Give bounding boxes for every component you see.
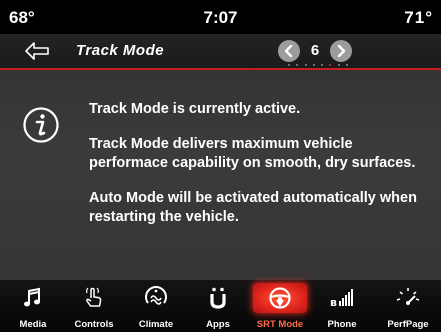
nav-perfpage[interactable]: PerfPage — [377, 280, 439, 332]
page-indicator: 6 — [278, 38, 356, 66]
message-line: Track Mode delivers maximum vehicle perf… — [89, 136, 416, 171]
message-line: Auto Mode will be activated automaticall… — [89, 190, 417, 225]
nav-label: Climate — [138, 319, 174, 330]
nav-label: Controls — [74, 319, 114, 330]
steering-wheel-icon — [253, 283, 307, 313]
page-dot — [304, 64, 307, 66]
page-number: 6 — [310, 42, 320, 59]
nav-srt-mode[interactable]: SRT Mode — [249, 280, 311, 332]
apps-icon — [187, 283, 249, 313]
passenger-temperature[interactable]: 71° — [404, 8, 433, 28]
status-message: Track Mode is currently active. Track Mo… — [89, 100, 429, 243]
page-dot — [321, 64, 324, 66]
nav-label: Apps — [206, 319, 230, 330]
music-note-icon — [2, 283, 64, 313]
page-dot — [288, 64, 290, 66]
nav-label: PerfPage — [387, 319, 429, 330]
back-arrow-icon — [25, 42, 49, 60]
gauge-icon — [377, 283, 439, 313]
clock: 7:07 — [203, 8, 238, 27]
nav-label: Media — [19, 319, 47, 330]
chevron-right-icon — [337, 45, 346, 57]
back-button[interactable] — [24, 41, 50, 61]
nav-label: Phone — [327, 319, 357, 330]
nav-phone[interactable]: ʙ Phone — [311, 280, 373, 332]
message-line: Track Mode is currently active. — [89, 101, 301, 117]
status-bar: 68° 7:07 71° — [0, 0, 441, 34]
nav-climate[interactable]: Climate — [125, 280, 187, 332]
page-dot — [345, 64, 348, 66]
nav-media[interactable]: Media — [2, 280, 64, 332]
nav-apps[interactable]: Apps — [187, 280, 249, 332]
page-dot — [296, 64, 299, 66]
bottom-nav: Media Controls Climate Apps SRT Mode ʙ P… — [0, 280, 441, 332]
chevron-left-icon — [284, 45, 293, 57]
page-dot — [312, 64, 315, 66]
previous-page-button[interactable] — [278, 40, 300, 62]
nav-label: SRT Mode — [256, 319, 304, 330]
info-icon — [22, 106, 60, 144]
next-page-button[interactable] — [330, 40, 352, 62]
nav-controls[interactable]: Controls — [63, 280, 125, 332]
title-bar: Track Mode 6 — [0, 34, 441, 70]
phone-signal-icon: ʙ — [311, 283, 373, 313]
hand-touch-icon — [63, 283, 125, 313]
page-dot — [337, 64, 340, 66]
page-dot-active — [329, 64, 332, 66]
climate-icon — [125, 283, 187, 313]
page-title: Track Mode — [76, 42, 165, 59]
svg-text:ʙ: ʙ — [330, 296, 337, 309]
page-dots — [288, 64, 348, 67]
